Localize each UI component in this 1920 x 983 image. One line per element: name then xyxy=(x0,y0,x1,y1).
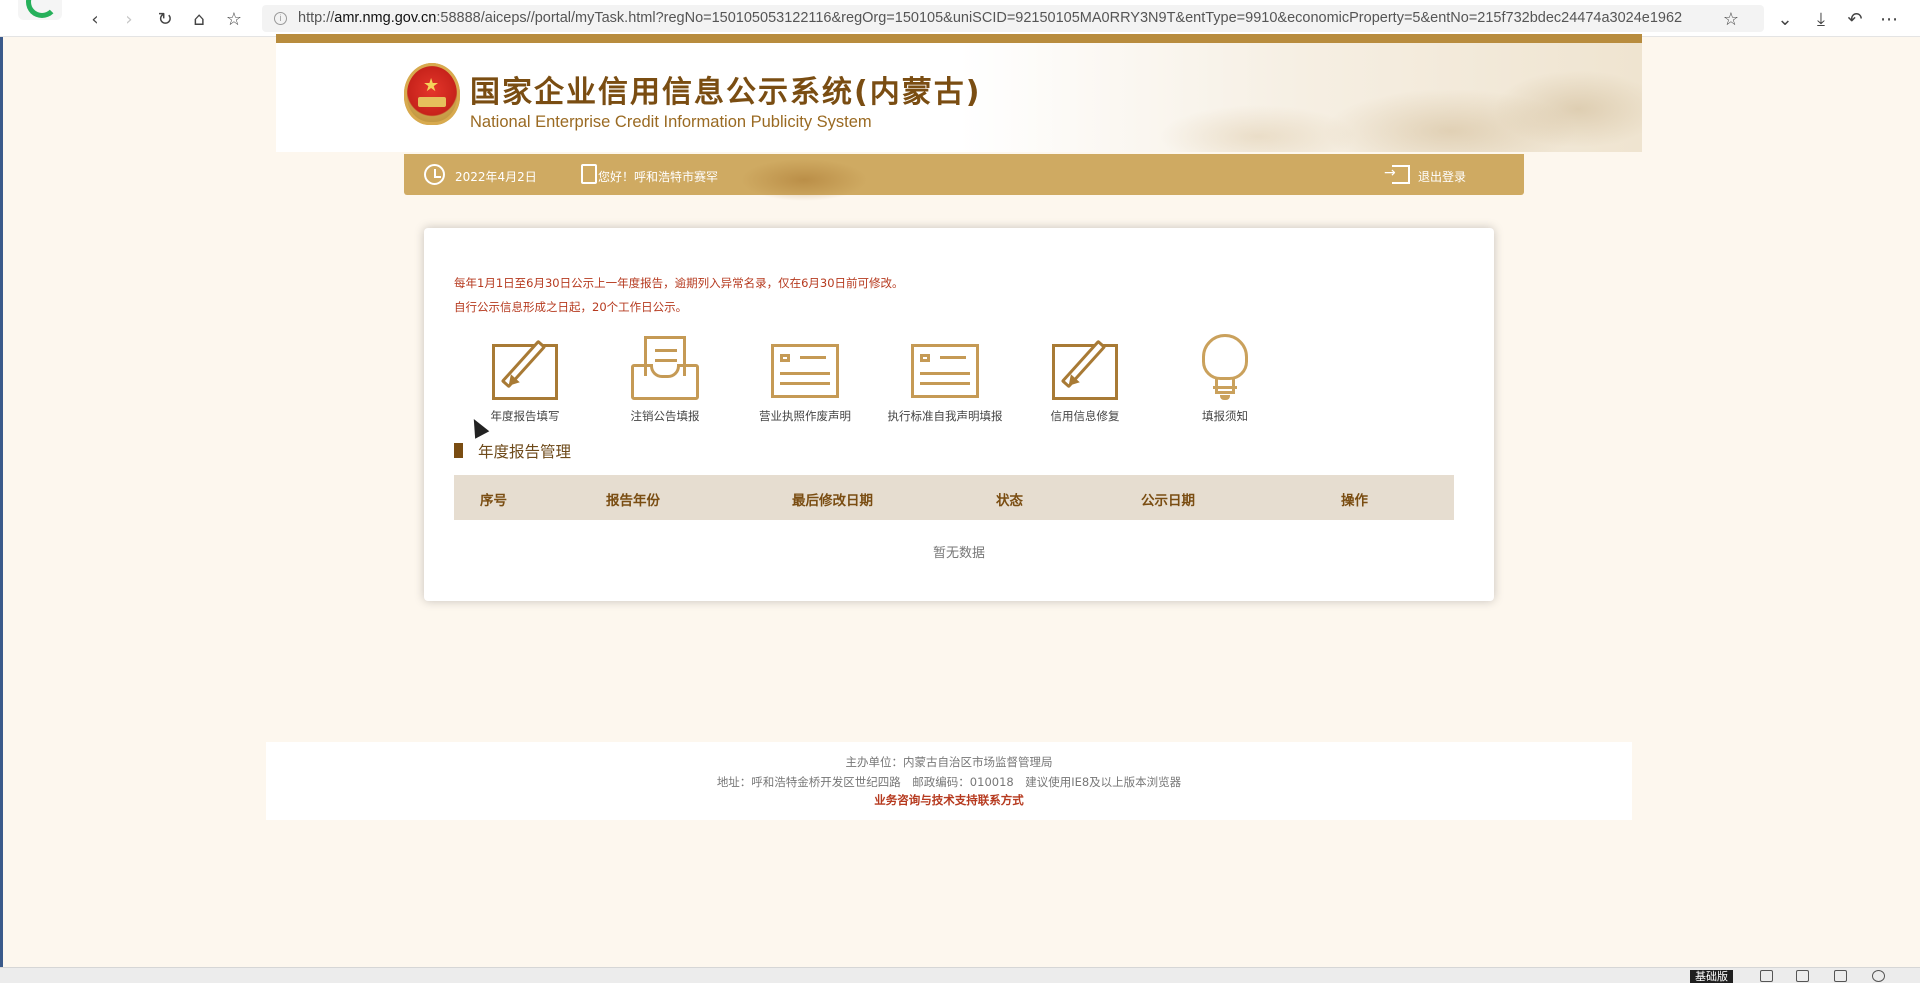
bookmark-star-icon[interactable]: ☆ xyxy=(221,6,247,32)
tool-label: 注销公告填报 xyxy=(630,409,700,423)
browser-logo-icon xyxy=(18,0,62,20)
edit-icon xyxy=(1048,334,1122,402)
tool-label: 营业执照作废声明 xyxy=(759,409,851,423)
address-bar[interactable]: i http://amr.nmg.gov.cn:58888/aiceps//po… xyxy=(262,5,1764,32)
reload-icon[interactable]: ↻ xyxy=(152,6,178,32)
table-empty-message: 暂无数据 xyxy=(932,546,985,561)
column-header-year: 报告年份 xyxy=(606,493,660,509)
tool-label: 执行标准自我声明填报 xyxy=(887,409,1003,423)
tray-app-icon[interactable] xyxy=(1760,970,1773,982)
undo-icon[interactable]: ↶ xyxy=(1842,6,1868,32)
footer-address: 地址：呼和浩特金桥开发区世纪四路 邮政编码：010018 建议使用IE8及以上版… xyxy=(716,775,1182,789)
download-icon[interactable]: ⤓ xyxy=(1808,6,1834,32)
favorite-star-icon[interactable]: ☆ xyxy=(1718,6,1744,32)
brush-decoration xyxy=(714,136,894,216)
site-info-icon[interactable]: i xyxy=(274,12,287,25)
tool-annual-report[interactable]: 年度报告填写 xyxy=(460,334,590,424)
site-subtitle: National Enterprise Credit Information P… xyxy=(470,113,872,131)
logout-link[interactable]: 退出登录 xyxy=(1418,168,1466,185)
url-rest: :58888/aiceps//portal/myTask.html?regNo=… xyxy=(436,10,1683,26)
site-footer: 主办单位：内蒙古自治区市场监督管理局 地址：呼和浩特金桥开发区世纪四路 邮政编码… xyxy=(266,742,1632,820)
tool-label: 信用信息修复 xyxy=(1050,409,1120,423)
clock-icon xyxy=(424,164,445,185)
ime-mode-badge[interactable]: 基础版 xyxy=(1690,970,1733,983)
window-edge xyxy=(0,37,3,977)
logout-icon[interactable] xyxy=(1384,165,1410,184)
mountain-background xyxy=(1002,43,1642,152)
tool-cancellation-notice[interactable]: 注销公告填报 xyxy=(600,334,730,424)
tool-filing-instructions[interactable]: 填报须知 xyxy=(1160,334,1290,424)
tray-icon xyxy=(628,334,702,402)
license-icon xyxy=(768,334,842,402)
dropdown-chevron-icon[interactable]: ⌄ xyxy=(1772,6,1798,32)
tool-license-void[interactable]: 营业执照作废声明 xyxy=(740,334,870,424)
license-icon xyxy=(908,334,982,402)
site-header: 国家企业信用信息公示系统(内蒙古) National Enterprise Cr… xyxy=(276,34,1642,152)
user-icon xyxy=(581,164,597,184)
bulb-icon xyxy=(1188,334,1262,402)
tool-label: 填报须知 xyxy=(1202,409,1248,423)
section-title: 年度报告管理 xyxy=(478,443,572,461)
column-header-index: 序号 xyxy=(480,493,507,509)
user-info-bar: 2022年4月2日 您好！呼和浩特市赛罕 退出登录 xyxy=(404,136,1524,216)
volume-icon[interactable] xyxy=(1796,970,1809,982)
footer-host: 主办单位：内蒙古自治区市场监督管理局 xyxy=(845,755,1053,769)
national-emblem-icon xyxy=(404,63,460,125)
column-header-actions: 操作 xyxy=(1341,493,1368,509)
menu-more-icon[interactable]: ⋯ xyxy=(1876,6,1902,32)
task-panel: 每年1月1日至6月30日公示上一年度报告，逾期列入异常名录，仅在6月30日前可修… xyxy=(424,228,1494,601)
browser-toolbar: ‹ › ↻ ⌂ ☆ i http://amr.nmg.gov.cn:58888/… xyxy=(0,0,1920,37)
column-header-modified: 最后修改日期 xyxy=(792,493,873,509)
search-icon[interactable] xyxy=(1872,970,1885,982)
section-marker xyxy=(454,443,463,458)
column-header-status: 状态 xyxy=(996,493,1023,509)
home-icon[interactable]: ⌂ xyxy=(186,6,212,32)
column-header-publish-date: 公示日期 xyxy=(1141,493,1195,509)
forward-icon[interactable]: › xyxy=(116,6,142,32)
back-icon[interactable]: ‹ xyxy=(82,6,108,32)
url-host: amr.nmg.gov.cn xyxy=(334,10,437,26)
edit-icon xyxy=(488,334,562,402)
current-date: 2022年4月2日 xyxy=(455,170,537,184)
tool-standard-declaration[interactable]: 执行标准自我声明填报 xyxy=(880,334,1010,424)
notice-annual-report: 每年1月1日至6月30日公示上一年度报告，逾期列入异常名录，仅在6月30日前可修… xyxy=(454,276,904,290)
footer-contact-link[interactable]: 业务咨询与技术支持联系方式 xyxy=(266,792,1632,808)
site-title: 国家企业信用信息公示系统(内蒙古) xyxy=(470,75,982,110)
tool-credit-repair[interactable]: 信用信息修复 xyxy=(1020,334,1150,424)
table-header: 序号 报告年份 最后修改日期 状态 公示日期 操作 xyxy=(454,475,1454,520)
user-greeting: 您好！呼和浩特市赛罕 xyxy=(598,170,719,184)
system-taskbar: 基础版 xyxy=(0,967,1920,983)
window-icon[interactable] xyxy=(1834,970,1847,982)
notice-self-publicity: 自行公示信息形成之日起，20个工作日公示。 xyxy=(454,300,688,314)
url-prefix: http:// xyxy=(298,10,335,26)
